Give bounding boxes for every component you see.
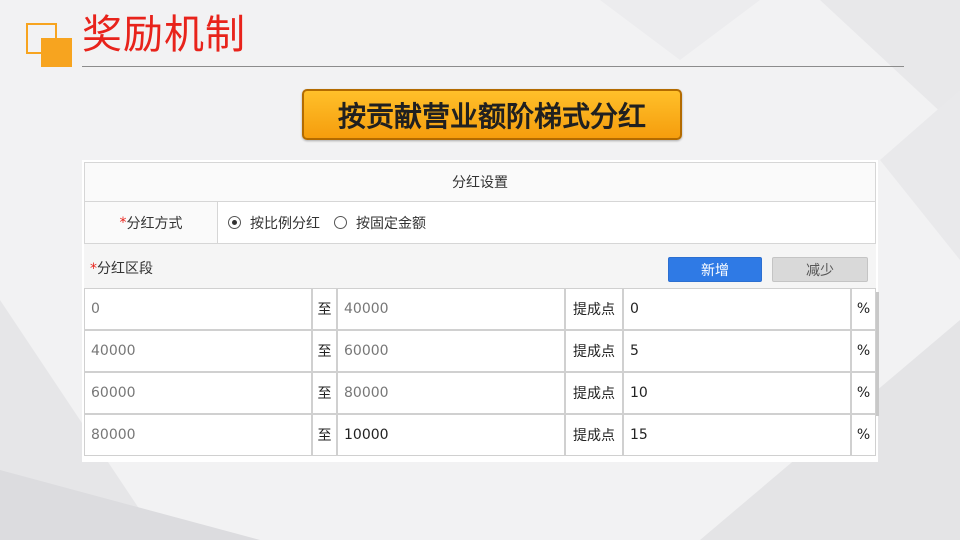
required-mark: * [90, 261, 97, 277]
percent-label: % [851, 414, 876, 456]
table-row: 0 至 40000 提成点 0 % [84, 288, 876, 330]
dividend-range-label-text: 分红区段 [97, 261, 153, 277]
commission-point-label: 提成点 [565, 372, 623, 414]
range-from-input[interactable]: 0 [84, 288, 312, 330]
commission-point-input[interactable]: 15 [623, 414, 851, 456]
logo-square-filled [41, 38, 72, 67]
dividend-mode-label: * 分红方式 [85, 202, 218, 243]
dividend-mode-row: * 分红方式 按比例分红 按固定金额 [84, 202, 876, 244]
dividend-settings-panel: 分红设置 * 分红方式 按比例分红 按固定金额 *分红区段 新增 减少 0 至 4… [82, 160, 878, 462]
dividend-mode-label-text: 分红方式 [126, 215, 183, 232]
commission-point-input[interactable]: 5 [623, 330, 851, 372]
radio-checked-icon[interactable] [228, 216, 241, 229]
radio-fixed-amount-label[interactable]: 按固定金额 [356, 213, 426, 233]
vertical-scrollbar[interactable] [876, 292, 879, 416]
to-label: 至 [312, 414, 337, 456]
percent-label: % [851, 330, 876, 372]
commission-point-label: 提成点 [565, 414, 623, 456]
radio-proportional[interactable]: 按比例分红 [228, 213, 320, 233]
banner-heading: 按贡献营业额阶梯式分红 [302, 89, 682, 140]
range-to-input[interactable]: 40000 [337, 288, 565, 330]
dividend-mode-radio-group: 按比例分红 按固定金额 [218, 202, 440, 243]
add-button[interactable]: 新增 [668, 257, 762, 282]
title-divider [82, 66, 904, 67]
to-label: 至 [312, 372, 337, 414]
commission-point-label: 提成点 [565, 288, 623, 330]
remove-button[interactable]: 减少 [772, 257, 868, 282]
dividend-range-table: 0 至 40000 提成点 0 % 40000 至 60000 提成点 5 % … [84, 288, 876, 456]
commission-point-label: 提成点 [565, 330, 623, 372]
radio-fixed-amount[interactable]: 按固定金额 [334, 213, 426, 233]
percent-label: % [851, 372, 876, 414]
table-row: 60000 至 80000 提成点 10 % [84, 372, 876, 414]
panel-header: 分红设置 [84, 162, 876, 202]
range-to-input[interactable]: 10000 [337, 414, 565, 456]
range-from-input[interactable]: 80000 [84, 414, 312, 456]
range-to-input[interactable]: 60000 [337, 330, 565, 372]
radio-unchecked-icon[interactable] [334, 216, 347, 229]
percent-label: % [851, 288, 876, 330]
table-row: 40000 至 60000 提成点 5 % [84, 330, 876, 372]
page-title: 奖励机制 [82, 12, 246, 58]
radio-proportional-label[interactable]: 按比例分红 [250, 213, 320, 233]
range-to-input[interactable]: 80000 [337, 372, 565, 414]
table-row: 80000 至 10000 提成点 15 % [84, 414, 876, 456]
dividend-range-label: *分红区段 [90, 258, 153, 278]
to-label: 至 [312, 288, 337, 330]
range-from-input[interactable]: 60000 [84, 372, 312, 414]
range-from-input[interactable]: 40000 [84, 330, 312, 372]
commission-point-input[interactable]: 0 [623, 288, 851, 330]
dividend-range-header: *分红区段 新增 减少 [84, 244, 876, 288]
to-label: 至 [312, 330, 337, 372]
required-mark: * [119, 214, 127, 231]
commission-point-input[interactable]: 10 [623, 372, 851, 414]
